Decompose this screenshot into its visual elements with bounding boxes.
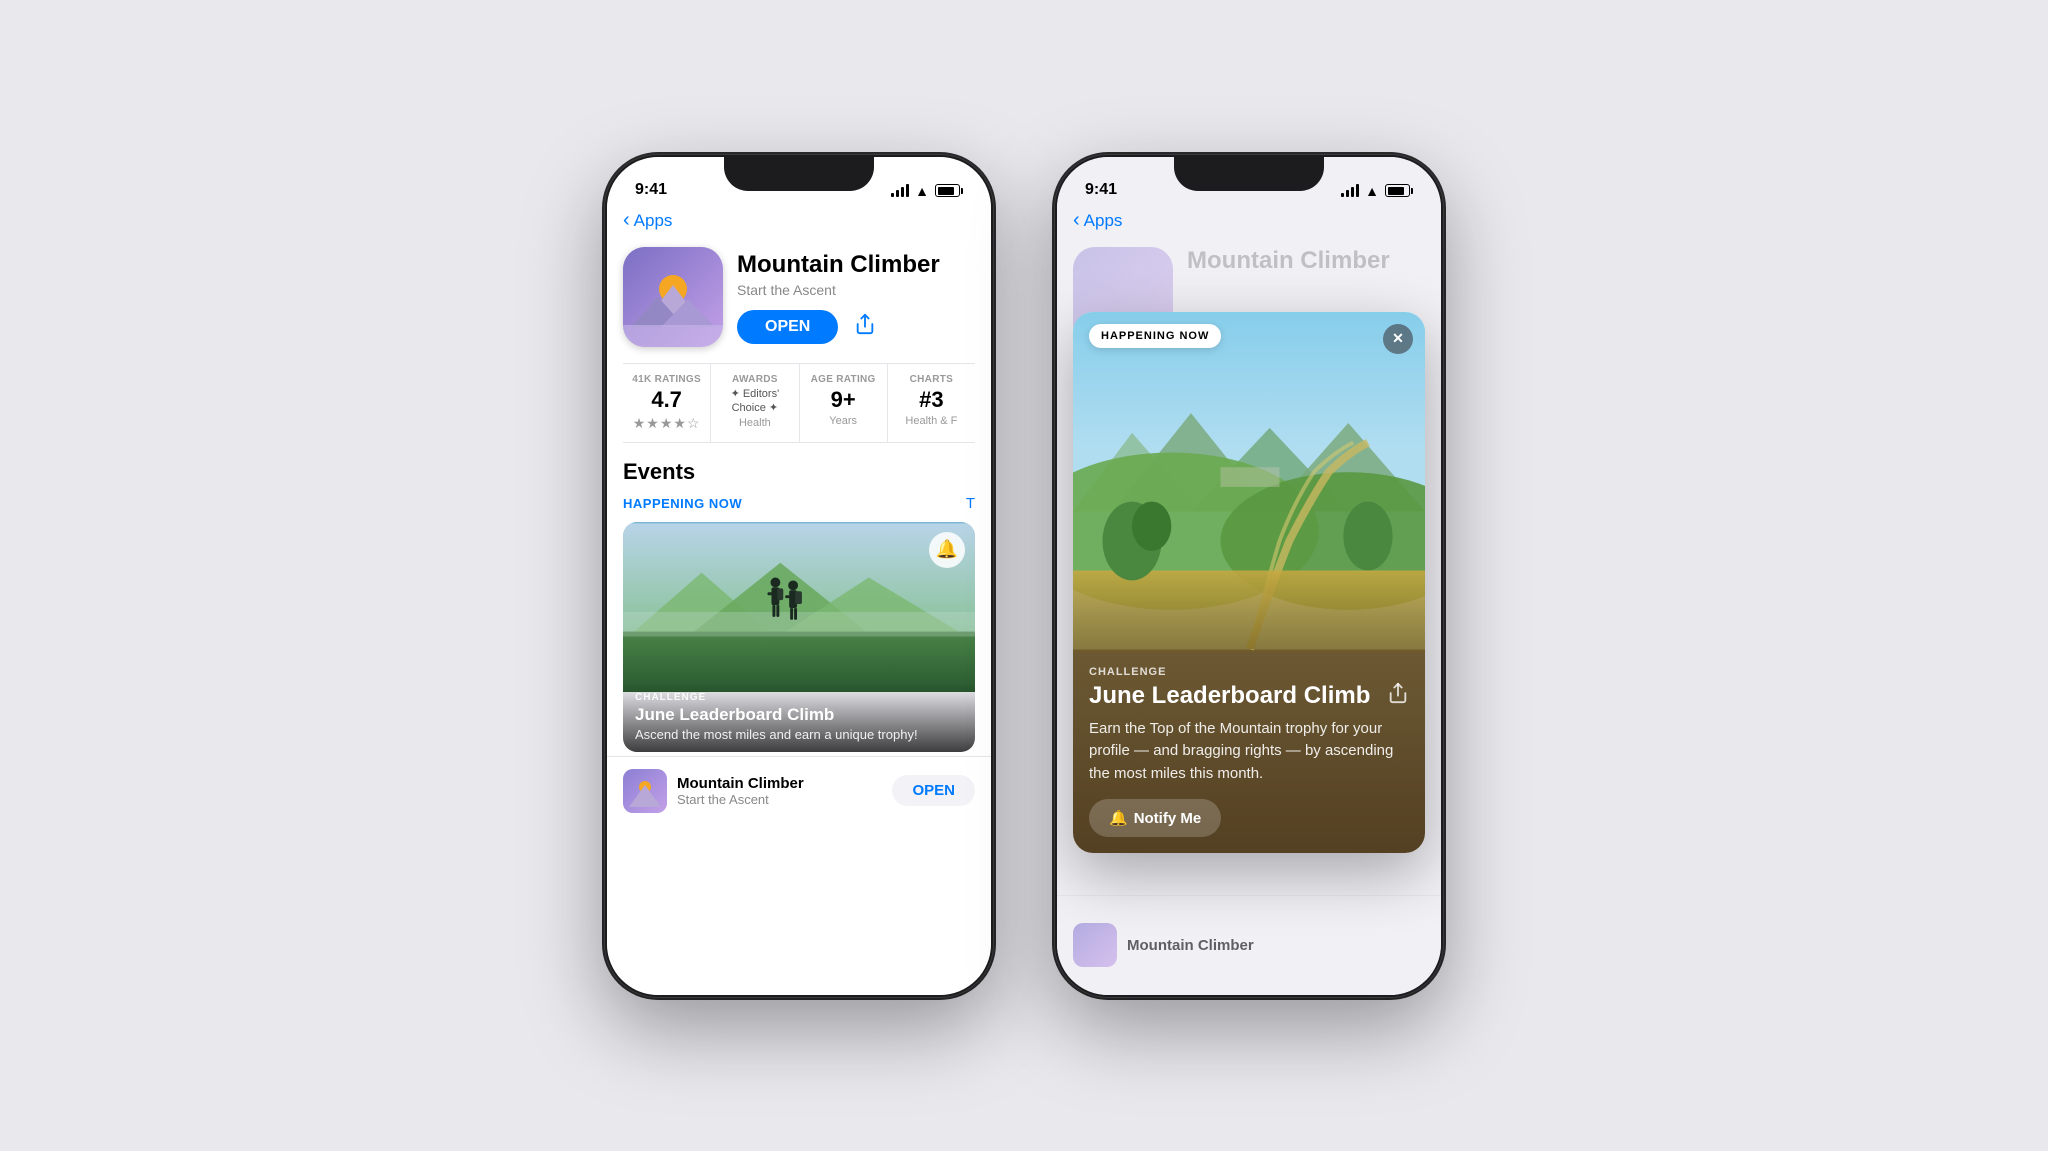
rating-label-0: 41K RATINGS xyxy=(631,374,702,385)
overlay-event-title: June Leaderboard Climb xyxy=(1089,682,1387,710)
landscape-svg xyxy=(1073,312,1425,652)
app-name-1: Mountain Climber xyxy=(737,251,975,280)
notch-1 xyxy=(724,157,874,191)
status-icons-1: ▲ xyxy=(891,183,963,199)
share-icon-2 xyxy=(1387,682,1409,704)
happening-now-badge: HAPPENING NOW xyxy=(1089,324,1221,348)
battery-icon-1 xyxy=(935,184,963,197)
phone-1: 9:41 ▲ xyxy=(604,154,994,998)
event-card-image-1: 🔔 xyxy=(623,522,975,692)
rating-sub-3: Health & F xyxy=(896,415,967,427)
share-button-1[interactable] xyxy=(854,313,876,341)
rating-sub-2: Years xyxy=(808,415,879,427)
rating-sub-1: Health xyxy=(719,417,790,429)
mini-app-tag: Start the Ascent xyxy=(677,792,804,807)
app-icon-svg xyxy=(623,247,723,347)
time-2: 9:41 xyxy=(1085,181,1117,199)
ratings-bar-1: 41K RATINGS 4.7 ★★★★☆ AWARDS ✦ Editors'C… xyxy=(623,363,975,443)
screen-1: 9:41 ▲ xyxy=(607,157,991,995)
rating-value-3: #3 xyxy=(896,387,967,413)
phone2-bottom-strip: Mountain Climber xyxy=(1057,895,1441,995)
bottom-mini-icon-2 xyxy=(1073,923,1117,967)
rating-cell-awards: AWARDS ✦ Editors'Choice ✦ Health xyxy=(711,364,799,442)
bottom-open-button[interactable]: OPEN xyxy=(892,775,975,806)
mountain-scene-svg xyxy=(623,522,975,692)
overlay-header: HAPPENING NOW xyxy=(1089,324,1221,348)
phone-2: 9:41 ▲ xyxy=(1054,154,1444,998)
notch-2 xyxy=(1174,157,1324,191)
close-icon: ✕ xyxy=(1392,330,1404,347)
time-1: 9:41 xyxy=(635,181,667,199)
app-icon-1 xyxy=(623,247,723,347)
rating-value-2: 9+ xyxy=(808,387,879,413)
editors-choice: ✦ Editors'Choice ✦ xyxy=(719,387,790,416)
rating-label-3: CHARTS xyxy=(896,374,967,385)
bell-button-1[interactable]: 🔔 xyxy=(929,532,965,568)
chevron-left-icon-2: ‹ xyxy=(1073,210,1080,230)
mini-app-icon xyxy=(623,769,667,813)
bottom-app-text-2: Mountain Climber xyxy=(1127,937,1254,954)
overlay-event-title-row: June Leaderboard Climb xyxy=(1089,682,1409,710)
event-overlay-text-1: CHALLENGE June Leaderboard Climb Ascend … xyxy=(623,684,975,752)
share-icon-1 xyxy=(854,313,876,335)
app-header-1: Mountain Climber Start the Ascent OPEN xyxy=(607,239,991,363)
event-card-1[interactable]: 🔔 CHALLENGE June Leaderboard Climb Ascen… xyxy=(623,522,975,752)
overlay-event-image xyxy=(1073,312,1425,652)
bottom-app-info: Mountain Climber Start the Ascent xyxy=(623,769,804,813)
back-label-1: Apps xyxy=(634,211,673,231)
notify-me-button[interactable]: 🔔 Notify Me xyxy=(1089,799,1221,837)
wifi-icon-2: ▲ xyxy=(1365,183,1379,199)
notify-label: Notify Me xyxy=(1134,810,1202,827)
app-buttons-1: OPEN xyxy=(737,310,975,344)
event-desc-1: Ascend the most miles and earn a unique … xyxy=(635,727,963,742)
events-sub-header: HAPPENING NOW T xyxy=(623,495,975,512)
back-nav-1[interactable]: ‹ Apps xyxy=(607,207,991,239)
event-title-1: June Leaderboard Climb xyxy=(635,705,963,725)
happening-now-label-1: HAPPENING NOW xyxy=(623,496,742,511)
rating-label-2: AGE RATING xyxy=(808,374,879,385)
app-tagline-1: Start the Ascent xyxy=(737,282,975,298)
blurred-app-name: Mountain Climber xyxy=(1187,247,1390,275)
events-title-1: Events xyxy=(623,459,975,485)
bell-icon-overlay: 🔔 xyxy=(1109,809,1128,827)
events-section-1: Events HAPPENING NOW T xyxy=(607,443,991,752)
signal-icon-1 xyxy=(891,184,909,197)
back-label-2: Apps xyxy=(1084,211,1123,231)
battery-icon-2 xyxy=(1385,184,1413,197)
app-info-1: Mountain Climber Start the Ascent OPEN xyxy=(737,247,975,345)
mini-icon-svg xyxy=(623,769,667,813)
rating-value-0: 4.7 xyxy=(631,387,702,413)
phones-container: 9:41 ▲ xyxy=(604,154,1444,998)
rating-cell-ratings: 41K RATINGS 4.7 ★★★★☆ xyxy=(623,364,711,442)
rating-cell-charts: CHARTS #3 Health & F xyxy=(888,364,975,442)
open-button-1[interactable]: OPEN xyxy=(737,310,838,344)
rating-cell-age: AGE RATING 9+ Years xyxy=(800,364,888,442)
mini-app-text: Mountain Climber Start the Ascent xyxy=(677,775,804,807)
overlay-event-desc: Earn the Top of the Mountain trophy for … xyxy=(1089,718,1409,786)
status-icons-2: ▲ xyxy=(1341,183,1413,199)
chevron-left-icon-1: ‹ xyxy=(623,210,630,230)
screen-2: 9:41 ▲ xyxy=(1057,157,1441,995)
overlay-event-type: CHALLENGE xyxy=(1089,666,1409,678)
event-type-label-1: CHALLENGE xyxy=(635,692,963,703)
mini-app-name: Mountain Climber xyxy=(677,775,804,792)
see-more-1[interactable]: T xyxy=(966,495,975,512)
event-detail-overlay: HAPPENING NOW ✕ xyxy=(1073,312,1425,854)
bottom-app-row-1: Mountain Climber Start the Ascent OPEN xyxy=(607,756,991,825)
close-button-overlay[interactable]: ✕ xyxy=(1383,324,1413,354)
blurred-app-text: Mountain Climber xyxy=(1187,247,1390,275)
bottom-app-name-2: Mountain Climber xyxy=(1127,937,1254,954)
overlay-share-icon[interactable] xyxy=(1387,682,1409,710)
wifi-icon-1: ▲ xyxy=(915,183,929,199)
rating-stars-0: ★★★★☆ xyxy=(631,415,702,432)
signal-icon-2 xyxy=(1341,184,1359,197)
back-nav-2[interactable]: ‹ Apps xyxy=(1057,207,1441,239)
rating-label-1: AWARDS xyxy=(719,374,790,385)
overlay-info: CHALLENGE June Leaderboard Climb xyxy=(1073,652,1425,854)
